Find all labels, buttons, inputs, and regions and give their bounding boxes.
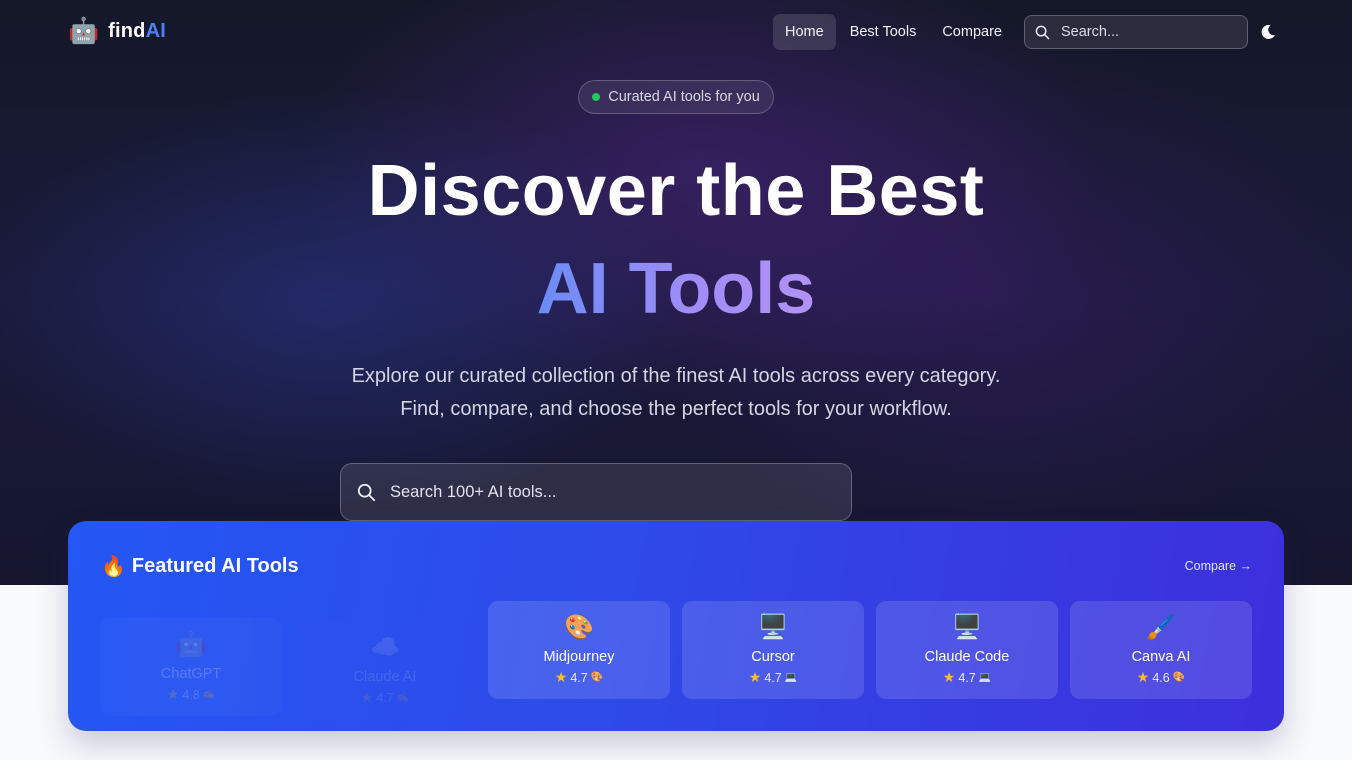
robot-icon: 🤖 <box>176 631 206 658</box>
laptop-icon: 💻 <box>784 672 798 683</box>
palette-icon: 🎨 <box>590 672 604 683</box>
tool-rating-value: 4.7 <box>570 670 588 685</box>
tool-name: Claude AI <box>353 669 417 685</box>
curated-badge-label: Curated AI tools for you <box>608 89 760 105</box>
tool-rating-value: 4.7 <box>376 690 394 705</box>
tool-card-claude-code[interactable]: 🖥️ Claude Code ★ 4.7 💻 <box>876 601 1058 699</box>
hero-subtitle-line-2: Find, compare, and choose the perfect to… <box>400 398 952 420</box>
tool-rating-value: 4.7 <box>764 670 782 685</box>
fire-icon: 🔥 <box>101 556 126 578</box>
tool-rating-value: 4.8 <box>182 687 200 702</box>
hero-subtitle: Explore our curated collection of the fi… <box>0 360 1352 426</box>
robot-icon: 🤖 <box>68 17 100 45</box>
tool-name: Midjourney <box>543 649 615 665</box>
tool-name: ChatGPT <box>160 666 222 682</box>
tool-card-midjourney[interactable]: 🎨 Midjourney ★ 4.7 🎨 <box>488 601 670 699</box>
laptop-icon: 💻 <box>978 672 992 683</box>
star-icon: ★ <box>554 669 568 685</box>
star-icon: ★ <box>942 669 956 685</box>
hero-title-accent: AI Tools <box>0 248 1352 330</box>
tool-card-chatgpt[interactable]: 🤖 ChatGPT ★ 4.8 ✍️ <box>100 618 282 716</box>
moon-icon[interactable] <box>1259 23 1277 41</box>
writing-icon: ✍️ <box>202 689 216 700</box>
search-icon <box>1035 25 1050 39</box>
tool-rating: ★ 4.6 🎨 <box>1137 669 1185 686</box>
featured-title-text: Featured AI Tools <box>131 555 299 577</box>
tool-name: Claude Code <box>924 649 1010 665</box>
palette-icon: 🎨 <box>1172 672 1186 683</box>
nav-item-best-tools[interactable]: Best Tools <box>838 14 929 50</box>
tool-name: Cursor <box>751 649 795 665</box>
hero-title: Discover the Best <box>367 151 985 231</box>
curated-badge: Curated AI tools for you <box>578 80 774 114</box>
cloud-icon: ☁️ <box>370 634 400 661</box>
tool-rating: ★ 4.7 ✍️ <box>361 689 409 706</box>
featured-compare-link[interactable]: Compare → <box>1185 559 1252 573</box>
paintbrush-icon: 🖌️ <box>1146 614 1176 641</box>
tool-rating: ★ 4.7 💻 <box>943 669 991 686</box>
nav-search-input[interactable] <box>1061 24 1231 40</box>
logo[interactable]: 🤖 findAI <box>68 17 166 45</box>
hero-title-accent-text: AI Tools <box>536 249 816 329</box>
star-icon: ★ <box>748 669 762 685</box>
nav-item-compare[interactable]: Compare <box>930 14 1014 50</box>
logo-text-main: find <box>108 19 146 42</box>
tool-rating: ★ 4.7 🎨 <box>555 669 603 686</box>
desktop-icon: 🖥️ <box>758 614 788 641</box>
logo-text-accent: AI <box>145 19 166 42</box>
tool-card-canva-ai[interactable]: 🖌️ Canva AI ★ 4.6 🎨 <box>1070 601 1252 699</box>
nav-search <box>1024 15 1248 49</box>
hero-subtitle-line-1: Explore our curated collection of the fi… <box>351 365 1001 387</box>
tool-rating-value: 4.6 <box>1152 670 1170 685</box>
status-dot <box>592 93 601 101</box>
star-icon: ★ <box>360 689 374 705</box>
hero-search <box>340 463 852 521</box>
main-nav: Home Best Tools Compare <box>773 14 1014 50</box>
star-icon: ★ <box>1136 669 1150 685</box>
nav-item-home[interactable]: Home <box>773 14 836 50</box>
hero-search-input[interactable] <box>390 482 810 502</box>
featured-title: 🔥 Featured AI Tools <box>101 554 299 579</box>
tool-rating: ★ 4.8 ✍️ <box>167 686 215 703</box>
star-icon: ★ <box>166 686 180 702</box>
desktop-icon: 🖥️ <box>952 614 982 641</box>
tool-rating-value: 4.7 <box>958 670 976 685</box>
tool-name: Canva AI <box>1131 649 1191 665</box>
tool-rating: ★ 4.7 💻 <box>749 669 797 686</box>
writing-icon: ✍️ <box>396 692 410 703</box>
hero-section: 🤖 findAI Home Best Tools Compare Curated… <box>0 0 1352 585</box>
tool-card-cursor[interactable]: 🖥️ Cursor ★ 4.7 💻 <box>682 601 864 699</box>
palette-icon: 🎨 <box>564 614 594 641</box>
search-icon <box>357 483 376 501</box>
tool-card-claude-ai[interactable]: ☁️ Claude AI ★ 4.7 ✍️ <box>294 621 476 719</box>
logo-text: findAI <box>108 20 166 43</box>
featured-tools-panel: 🔥 Featured AI Tools Compare → 🤖 ChatGPT … <box>68 521 1284 731</box>
